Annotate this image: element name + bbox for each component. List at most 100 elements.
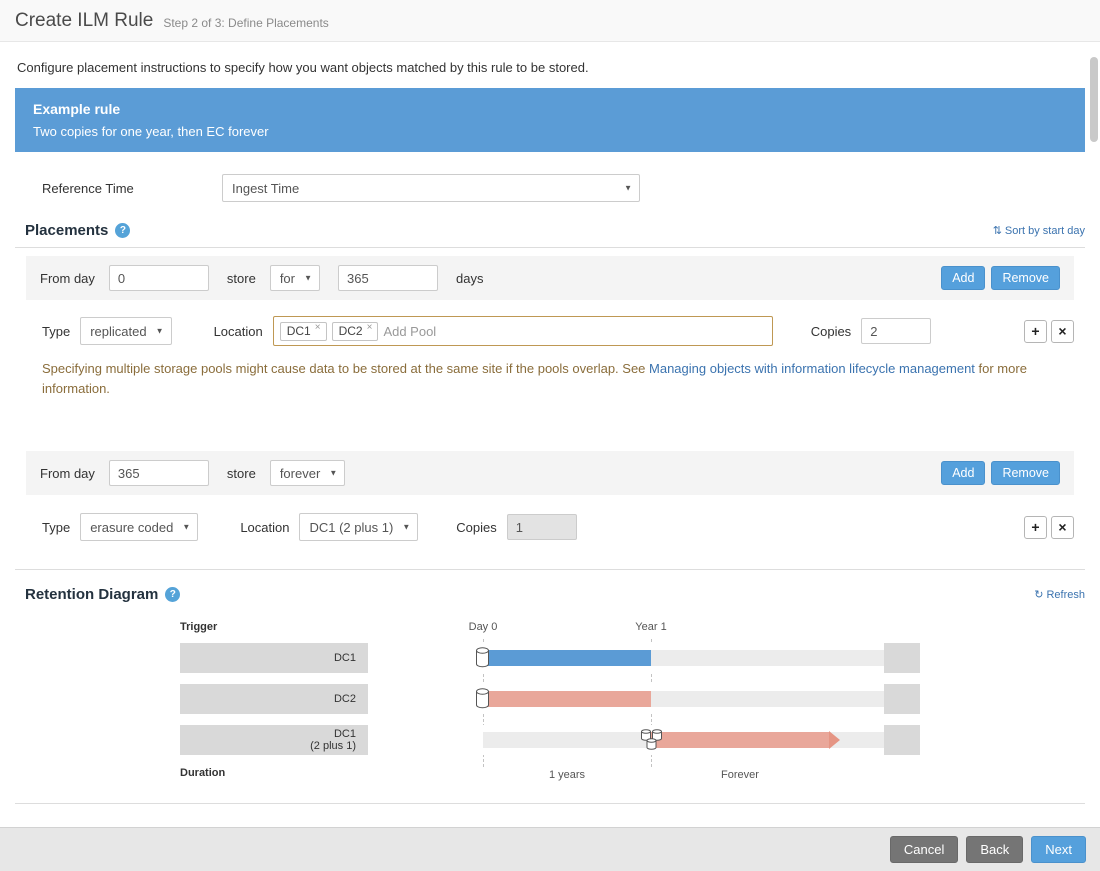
- pool-tag: DC2 ×: [332, 322, 379, 341]
- retention-diagram-title: Retention Diagram: [25, 586, 158, 603]
- location-select[interactable]: DC1 (2 plus 1) ▼: [299, 513, 418, 541]
- placements-title: Placements: [25, 222, 108, 239]
- chevron-down-icon: ▼: [624, 184, 632, 193]
- refresh-link[interactable]: ↻ Refresh: [1034, 588, 1085, 601]
- diagram-row-label-text: DC1: [334, 652, 356, 665]
- copies-input[interactable]: [861, 318, 931, 344]
- example-rule-banner: Example rule Two copies for one year, th…: [15, 88, 1085, 152]
- retention-bar: [483, 691, 651, 707]
- trigger-label: Trigger: [180, 621, 217, 633]
- remove-tag-icon[interactable]: ×: [315, 322, 321, 333]
- diagram-row: DC2: [180, 684, 920, 714]
- example-rule-description: Two copies for one year, then EC forever: [33, 124, 1067, 139]
- from-day-input[interactable]: [109, 265, 209, 291]
- reference-time-select[interactable]: Ingest Time ▼: [222, 174, 640, 202]
- from-day-label: From day: [40, 466, 95, 481]
- day0-tick-label: Day 0: [453, 621, 513, 633]
- footer-bar: Cancel Back Next: [0, 827, 1100, 871]
- diagram-row-label: DC2: [180, 684, 356, 714]
- type-select[interactable]: erasure coded ▼: [80, 513, 198, 541]
- type-value: erasure coded: [90, 520, 173, 535]
- placement-1-type-row: Type replicated ▼ Location DC1 × DC2 × C…: [42, 316, 1074, 346]
- sort-link-label: Sort by start day: [1005, 225, 1085, 237]
- retention-bar: [483, 650, 651, 666]
- remove-placement-button[interactable]: Remove: [991, 266, 1060, 290]
- remove-line-button[interactable]: ×: [1051, 320, 1074, 343]
- chevron-down-icon: ▼: [402, 523, 410, 532]
- store-label: store: [227, 466, 256, 481]
- diagram-timeline: [368, 684, 884, 714]
- refresh-link-label: Refresh: [1046, 589, 1085, 601]
- duration-input[interactable]: [338, 265, 438, 291]
- main-content: Configure placement instructions to spec…: [0, 42, 1100, 827]
- forever-arrow-icon: [829, 731, 840, 749]
- diagram-row-label-text: (2 plus 1): [310, 740, 356, 753]
- back-button[interactable]: Back: [966, 836, 1023, 863]
- refresh-icon: ↻: [1034, 588, 1043, 601]
- diagram-row-label-text: DC1: [334, 728, 356, 741]
- placement-1-band: From day store for ▼ days Add Remove: [26, 256, 1074, 300]
- store-label: store: [227, 271, 256, 286]
- example-rule-title: Example rule: [33, 101, 1067, 117]
- chevron-down-icon: ▼: [304, 274, 312, 283]
- copies-label: Copies: [811, 324, 851, 339]
- chevron-down-icon: ▼: [182, 523, 190, 532]
- diagram-row: DC1 (2 plus 1): [180, 725, 920, 755]
- copies-label: Copies: [456, 520, 496, 535]
- help-icon[interactable]: ?: [165, 587, 180, 602]
- year1-tick-label: Year 1: [621, 621, 681, 633]
- retention-diagram: Trigger Day 0 Year 1 DC1: [15, 619, 1085, 789]
- duration-tick-forever: Forever: [708, 769, 772, 781]
- placement-2-band: From day store forever ▼ Add Remove: [26, 451, 1074, 495]
- reference-time-label: Reference Time: [42, 181, 222, 196]
- store-mode-select[interactable]: for ▼: [270, 265, 320, 291]
- help-icon[interactable]: ?: [115, 223, 130, 238]
- from-day-input[interactable]: [109, 460, 209, 486]
- add-pool-input[interactable]: [383, 324, 765, 339]
- chevron-down-icon: ▼: [156, 327, 164, 336]
- ilm-docs-link[interactable]: Managing objects with information lifecy…: [649, 361, 975, 376]
- placement-2-type-row: Type erasure coded ▼ Location DC1 (2 plu…: [42, 513, 1074, 541]
- next-button[interactable]: Next: [1031, 836, 1086, 863]
- remove-line-button[interactable]: ×: [1051, 516, 1074, 539]
- pool-tag: DC1 ×: [280, 322, 327, 341]
- page-title: Create ILM Rule: [15, 10, 153, 32]
- cylinder-stack-icon: [640, 728, 663, 751]
- sort-by-start-day-link[interactable]: ⇅ Sort by start day: [993, 224, 1085, 237]
- intro-text: Configure placement instructions to spec…: [17, 60, 1085, 75]
- copies-input: [507, 514, 577, 540]
- placements-header: Placements ? ⇅ Sort by start day: [25, 222, 1085, 239]
- type-label: Type: [42, 520, 70, 535]
- add-line-button[interactable]: +: [1024, 516, 1047, 539]
- duration-tick-1years: 1 years: [535, 769, 599, 781]
- store-mode-value: for: [280, 271, 295, 286]
- duration-label: Duration: [180, 767, 225, 779]
- location-label: Location: [240, 520, 289, 535]
- diagram-row-label-text: DC2: [334, 693, 356, 706]
- divider: [15, 247, 1085, 248]
- pool-tag-label: DC1: [287, 324, 311, 338]
- warning-text-pre: Specifying multiple storage pools might …: [42, 361, 649, 376]
- days-label: days: [456, 271, 483, 286]
- diagram-row-label: DC1 (2 plus 1): [180, 725, 356, 755]
- add-line-button[interactable]: +: [1024, 320, 1047, 343]
- sort-icon: ⇅: [993, 224, 1002, 237]
- add-placement-button[interactable]: Add: [941, 461, 985, 485]
- reference-time-value: Ingest Time: [232, 181, 299, 196]
- remove-placement-button[interactable]: Remove: [991, 461, 1060, 485]
- diagram-row-label: DC1: [180, 643, 356, 673]
- reference-time-row: Reference Time Ingest Time ▼: [42, 174, 1085, 202]
- store-mode-select[interactable]: forever ▼: [270, 460, 345, 486]
- cylinder-icon: [475, 647, 490, 668]
- cancel-button[interactable]: Cancel: [890, 836, 958, 863]
- remove-tag-icon[interactable]: ×: [367, 322, 373, 333]
- type-select[interactable]: replicated ▼: [80, 317, 171, 345]
- add-placement-button[interactable]: Add: [941, 266, 985, 290]
- multiple-pools-warning: Specifying multiple storage pools might …: [42, 359, 1069, 399]
- location-pool-field[interactable]: DC1 × DC2 ×: [273, 316, 773, 346]
- scrollbar-thumb[interactable]: [1090, 57, 1098, 142]
- from-day-label: From day: [40, 271, 95, 286]
- location-value: DC1 (2 plus 1): [309, 520, 393, 535]
- cylinder-icon: [475, 688, 490, 709]
- diagram-timeline: [368, 643, 884, 673]
